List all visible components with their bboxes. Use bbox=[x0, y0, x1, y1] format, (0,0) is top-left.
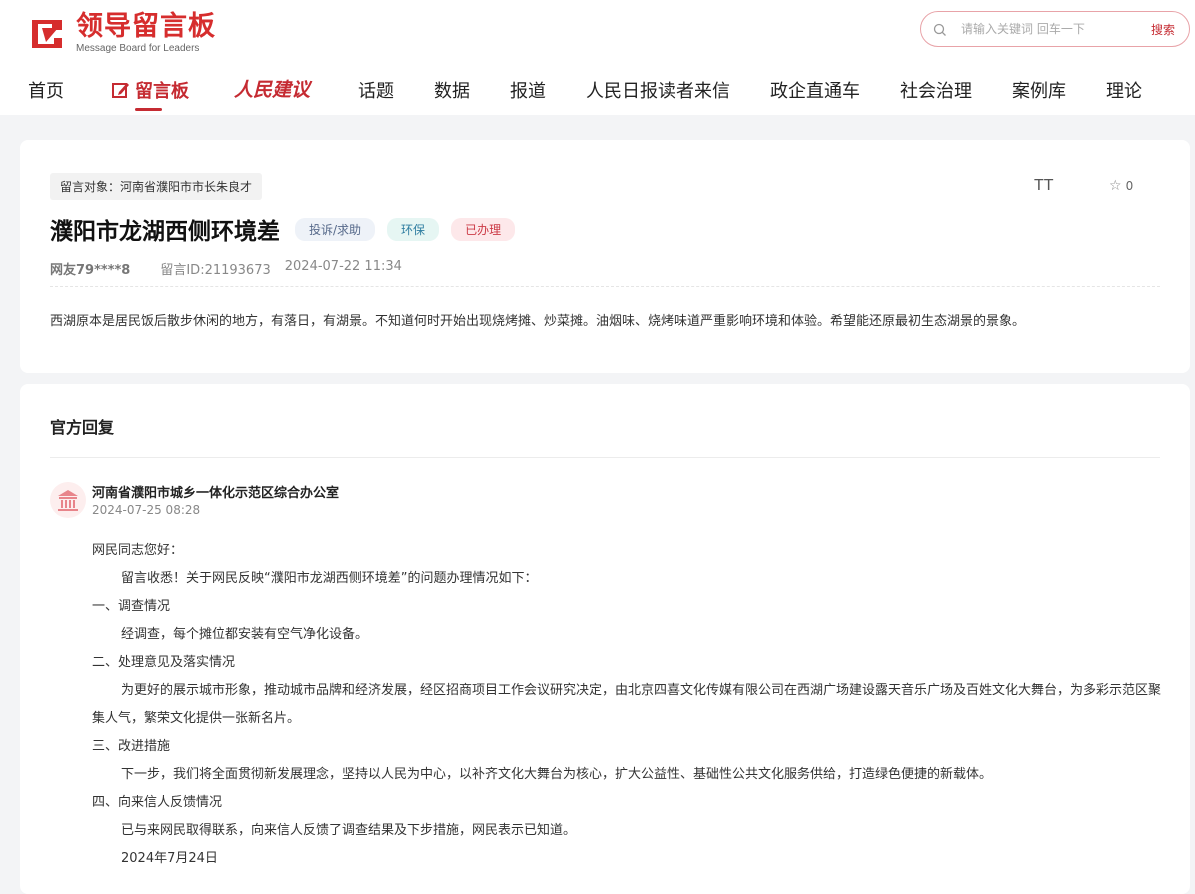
message-user: 网友79****8 bbox=[50, 263, 131, 278]
status-badge: 已办理 bbox=[451, 217, 516, 241]
search-button[interactable]: 搜索 bbox=[1151, 21, 1175, 38]
message-meta: 网友79****8 留言ID:21193673 2024-07-22 11:34 bbox=[50, 259, 416, 278]
reply-paragraph: 三、改进措施 bbox=[92, 739, 171, 754]
reply-paragraph: 一、调查情况 bbox=[92, 599, 171, 614]
nav-message-board[interactable]: 留言板 bbox=[111, 77, 189, 103]
divider bbox=[50, 457, 1160, 458]
nav-theory[interactable]: 理论 bbox=[1106, 77, 1142, 103]
nav-message-board-label: 留言板 bbox=[135, 81, 189, 102]
tag-category: 投诉/求助 bbox=[295, 217, 376, 241]
site-logo[interactable]: 领导留言板 Message Board for Leaders bbox=[28, 12, 216, 54]
search-icon bbox=[933, 22, 947, 36]
nav-active-indicator bbox=[135, 108, 162, 111]
reply-date: 2024年7月24日 bbox=[121, 851, 218, 866]
nav-reports[interactable]: 报道 bbox=[510, 77, 546, 103]
reply-paragraph: 四、向来信人反馈情况 bbox=[92, 795, 223, 810]
message-id: 留言ID:21193673 bbox=[160, 263, 271, 278]
reply-paragraph: 下一步，我们将全面贯彻新发展理念，坚持以人民为中心，以补齐文化大舞台为核心，扩大… bbox=[121, 767, 993, 782]
message-title: 濮阳市龙湖西侧环境差 bbox=[50, 219, 280, 245]
logo-subtitle: Message Board for Leaders bbox=[76, 43, 200, 54]
favorite-count: 0 bbox=[1125, 179, 1134, 193]
message-target: 留言对象：河南省濮阳市市长朱良才 bbox=[50, 173, 263, 200]
nav-data[interactable]: 数据 bbox=[434, 77, 470, 103]
title-row: 濮阳市龙湖西侧环境差 投诉/求助 环保 已办理 bbox=[50, 212, 516, 246]
search-input[interactable] bbox=[961, 22, 1131, 36]
reply-time: 2024-07-25 08:28 bbox=[92, 503, 201, 517]
logo-mark-icon bbox=[28, 14, 68, 52]
reply-paragraph: 留言收悉！关于网民反映“濮阳市龙湖西侧环境差”的问题办理情况如下： bbox=[121, 571, 538, 586]
site-header: 领导留言板 Message Board for Leaders 搜索 首页 留言… bbox=[0, 0, 1195, 115]
reply-card: 官方回复 河南省濮阳市城乡一体化示范区综合办公室 2024-07-25 08:2… bbox=[20, 384, 1190, 894]
edit-icon bbox=[111, 80, 131, 100]
reply-paragraph: 已与来网民取得联系，向来信人反馈了调查结果及下步措施，网民表示已知道。 bbox=[121, 823, 577, 838]
reply-paragraph: 为更好的展示城市形象，推动城市品牌和经济发展，经区招商项目工作会议研究决定，由北… bbox=[92, 683, 1162, 726]
tag-domain: 环保 bbox=[387, 217, 440, 241]
reply-paragraph: 经调查，每个摊位都安装有空气净化设备。 bbox=[121, 627, 369, 642]
message-content: 西湖原本是居民饭后散步休闲的地方，有落日，有湖景。不知道何时开始出现烧烤摊、炒菜… bbox=[50, 314, 1026, 329]
reply-org-name: 河南省濮阳市城乡一体化示范区综合办公室 bbox=[92, 486, 340, 501]
main-nav: 首页 留言板 人民建议 话题 数据 报道 人民日报读者来信 政企直通车 社会治理… bbox=[0, 70, 1195, 111]
nav-social-governance[interactable]: 社会治理 bbox=[900, 77, 972, 103]
government-building-icon bbox=[50, 482, 86, 518]
reply-section-title: 官方回复 bbox=[50, 418, 115, 437]
search-bar: 搜索 bbox=[920, 11, 1190, 47]
divider bbox=[50, 286, 1160, 287]
star-icon: ☆ bbox=[1109, 178, 1122, 194]
reply-body: 网民同志您好： 留言收悉！关于网民反映“濮阳市龙湖西侧环境差”的问题办理情况如下… bbox=[92, 537, 1172, 873]
nav-home[interactable]: 首页 bbox=[28, 77, 64, 103]
nav-reader-letters[interactable]: 人民日报读者来信 bbox=[586, 77, 730, 103]
reply-paragraph: 二、处理意见及落实情况 bbox=[92, 655, 236, 670]
favorite-button[interactable]: ☆ 0 bbox=[1109, 178, 1133, 194]
message-card: 留言对象：河南省濮阳市市长朱良才 TT ☆ 0 濮阳市龙湖西侧环境差 投诉/求助… bbox=[20, 140, 1190, 373]
logo-title: 领导留言板 bbox=[76, 11, 216, 42]
nav-enterprise-express[interactable]: 政企直通车 bbox=[770, 77, 860, 103]
nav-case-library[interactable]: 案例库 bbox=[1012, 77, 1066, 103]
nav-topics[interactable]: 话题 bbox=[358, 77, 394, 103]
nav-people-suggestion[interactable]: 人民建议 bbox=[234, 75, 310, 102]
font-size-toggle-icon[interactable]: TT bbox=[1034, 177, 1054, 195]
reply-paragraph: 网民同志您好： bbox=[92, 543, 184, 558]
message-time: 2024-07-22 11:34 bbox=[284, 259, 402, 274]
